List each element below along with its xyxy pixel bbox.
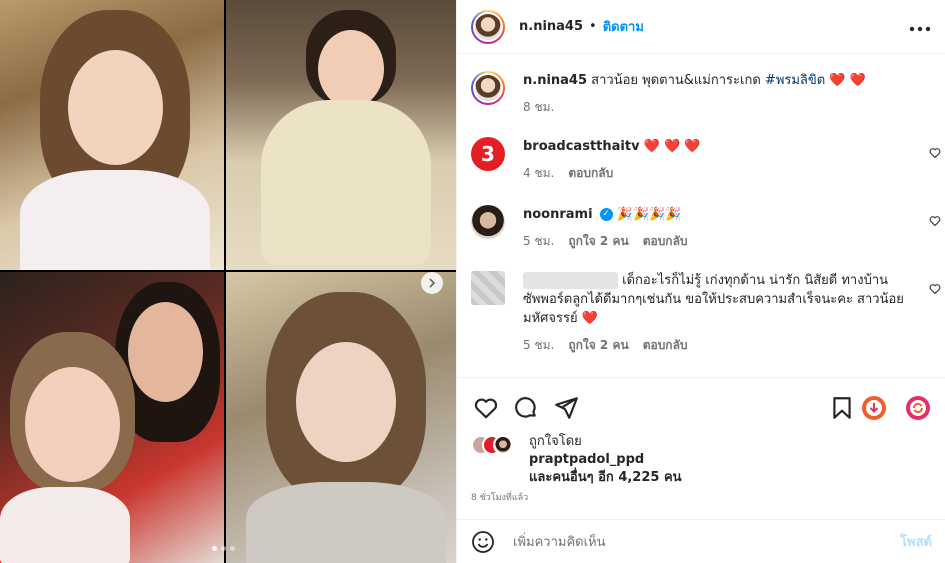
carousel-dots: [212, 546, 235, 551]
caption-time[interactable]: 8 ชม.: [523, 98, 554, 117]
comment-row: เด็กอะไรก็ไม่รู้ เก่งทุกด้าน น่ารัก นิสั…: [471, 271, 941, 355]
comment-time[interactable]: 5 ชม.: [523, 336, 554, 355]
add-comment-bar: เพิ่มความคิดเห็น โพสต์: [457, 519, 945, 563]
comment-username[interactable]: broadcastthaitv: [523, 139, 640, 154]
post-time-ago[interactable]: 8 ชั่วโมงที่แล้ว: [471, 490, 528, 504]
carousel-dot: [212, 546, 217, 551]
commenter-avatar[interactable]: [471, 205, 505, 239]
reply-button[interactable]: ตอบกลับ: [643, 336, 688, 355]
like-comment-icon[interactable]: [929, 147, 941, 159]
commenter-avatar[interactable]: 3: [471, 137, 505, 171]
save-bookmark-icon[interactable]: [829, 395, 855, 421]
post-header: n.nina45 • ติดตาม: [457, 0, 945, 54]
author-avatar[interactable]: [471, 71, 505, 105]
carousel-dot: [221, 546, 226, 551]
like-comment-icon[interactable]: [929, 283, 941, 295]
commenter-avatar[interactable]: [471, 271, 505, 305]
photo-girl-portrait: [226, 272, 456, 563]
comment-row: 3 broadcastthaitv ❤️ ❤️ ❤️ 4 ชม. ตอบกลับ: [471, 137, 941, 183]
reply-button[interactable]: ตอบกลับ: [643, 232, 688, 251]
comment-text: ❤️ ❤️ ❤️: [643, 139, 701, 154]
verified-badge-icon: ✓: [599, 208, 613, 221]
comment-row: noonrami ✓ 🎉🎉🎉🎉 5 ชม. ถูกใจ 2 คน ตอบกลับ: [471, 205, 941, 251]
author-username[interactable]: n.nina45: [519, 19, 583, 34]
comment-time[interactable]: 5 ชม.: [523, 232, 554, 251]
follow-button[interactable]: ติดตาม: [603, 16, 644, 37]
comments-list[interactable]: n.nina45 สาวน้อย พุดตาน&แม่การะเกด #พรมล…: [457, 55, 945, 375]
comment-content: broadcastthaitv ❤️ ❤️ ❤️ 4 ชม. ตอบกลับ: [523, 137, 913, 183]
photo-girl-smiling: [0, 0, 224, 270]
comment-content: เด็กอะไรก็ไม่รู้ เก่งทุกด้าน น่ารัก นิสั…: [523, 271, 913, 355]
comment-input[interactable]: เพิ่มความคิดเห็น: [513, 531, 606, 552]
comment-username[interactable]: noonrami: [523, 207, 593, 222]
carousel-next-button[interactable]: [421, 272, 443, 294]
comment-text: 🎉🎉🎉🎉: [616, 207, 682, 222]
comment-username-blurred[interactable]: [523, 272, 618, 289]
caption-row: n.nina45 สาวน้อย พุดตาน&แม่การะเกด #พรมล…: [471, 71, 941, 117]
likers-avatars[interactable]: [471, 435, 513, 455]
chevron-right-icon: [429, 278, 436, 288]
comment-heart: ❤️: [581, 311, 598, 326]
reply-button[interactable]: ตอบกลับ: [568, 164, 613, 183]
like-comment-icon[interactable]: [929, 215, 941, 227]
more-options-icon[interactable]: [909, 16, 931, 37]
action-bar: [457, 377, 945, 433]
author-avatar[interactable]: [471, 9, 505, 44]
header-separator: •: [589, 19, 597, 34]
comment-likes[interactable]: ถูกใจ 2 คน: [568, 336, 628, 355]
liker-username[interactable]: praptpadol_ppd: [529, 452, 644, 467]
liker-avatar: [493, 435, 513, 455]
caption-hashtag[interactable]: #พรมลิขิต: [765, 73, 825, 88]
comment-bubble-icon[interactable]: [513, 395, 539, 421]
caption-content: n.nina45 สาวน้อย พุดตาน&แม่การะเกด #พรมล…: [523, 71, 913, 117]
like-heart-icon[interactable]: [473, 395, 499, 421]
likes-text: ถูกใจโดย praptpadol_ppd และคนอื่นๆ อีก 4…: [529, 433, 682, 487]
caption-username[interactable]: n.nina45: [523, 73, 587, 88]
liked-by-label: ถูกใจโดย: [529, 434, 582, 449]
repost-extension-icon[interactable]: [905, 395, 931, 421]
post-media[interactable]: [0, 0, 456, 563]
download-extension-icon[interactable]: [861, 395, 887, 421]
post-panel: n.nina45 • ติดตาม n.nina45 สาวน้อย พุดตา…: [456, 0, 945, 563]
others-count[interactable]: และคนอื่นๆ อีก 4,225 คน: [529, 470, 682, 485]
comment-likes[interactable]: ถูกใจ 2 คน: [568, 232, 628, 251]
photo-selfie-mother-daughter: [0, 272, 224, 563]
photo-vintage-child: [226, 0, 456, 270]
comment-time[interactable]: 4 ชม.: [523, 164, 554, 183]
caption-text: สาวน้อย พุดตาน&แม่การะเกด: [591, 73, 761, 88]
caption-hearts: ❤️ ❤️: [829, 73, 866, 88]
carousel-dot: [230, 546, 235, 551]
share-paper-plane-icon[interactable]: [553, 395, 579, 421]
post-comment-button[interactable]: โพสต์: [900, 531, 932, 552]
emoji-icon[interactable]: [471, 530, 495, 554]
comment-content: noonrami ✓ 🎉🎉🎉🎉 5 ชม. ถูกใจ 2 คน ตอบกลับ: [523, 205, 913, 251]
